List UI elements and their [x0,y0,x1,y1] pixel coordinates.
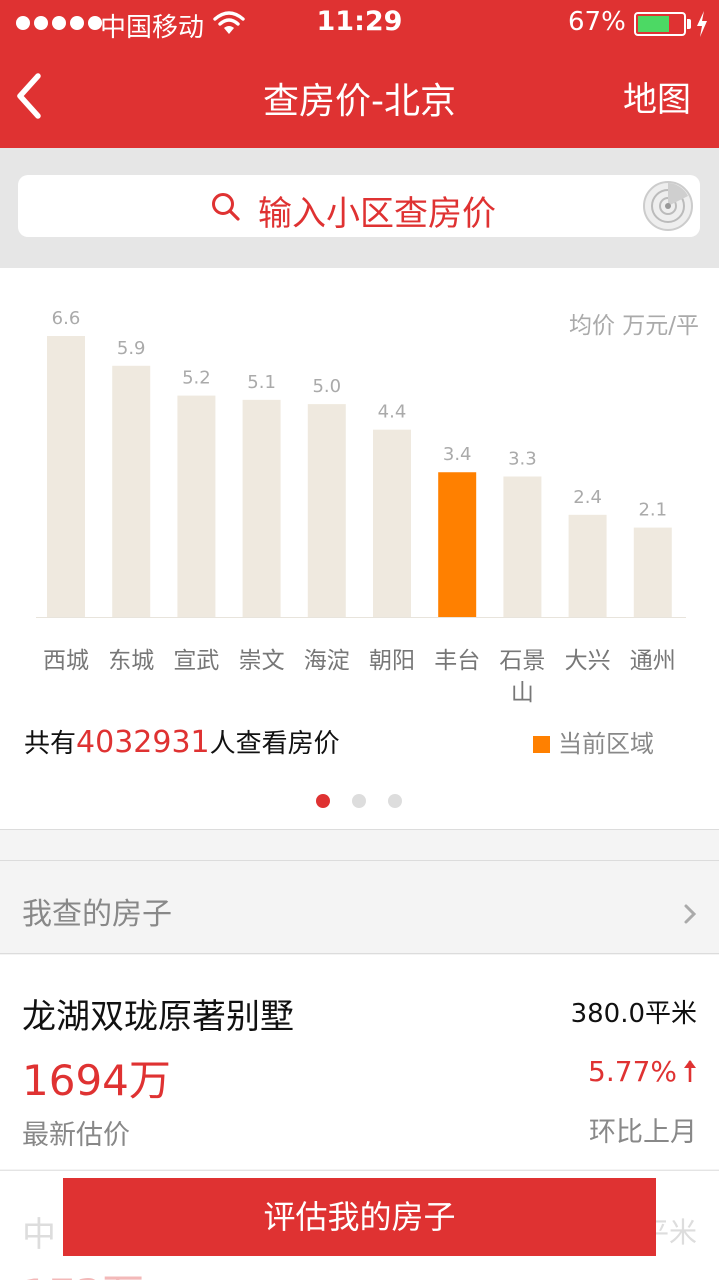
house-name: 龙湖双珑原著别墅 [22,997,294,1037]
page-dot[interactable] [352,794,366,808]
viewers-number: 4032931 [76,725,210,760]
bar-8[interactable] [568,514,607,617]
page-title: 查房价-北京 [263,81,456,122]
legend-swatch [533,736,550,753]
bar-value-label: 4.4 [378,402,407,423]
bar-value-label: 3.4 [443,444,472,465]
change-caption: 环比上月 [589,1117,697,1148]
page-indicator[interactable] [316,794,402,808]
category-label: 石景 [499,648,545,674]
bar-value-label: 6.6 [52,308,81,329]
search-icon [212,193,240,221]
bar-value-label: 5.2 [182,368,211,389]
bar-value-label: 5.0 [312,376,341,397]
search-input[interactable]: 输入小区查房价 [18,175,700,237]
category-label: 通州 [630,648,676,674]
category-label: 崇文 [239,648,285,674]
bar-value-label: 5.1 [247,372,276,393]
house-price: 1694万 [22,1056,171,1105]
bar-1[interactable] [112,365,151,617]
my-houses-row[interactable]: 我查的房子 [0,860,719,954]
category-label: 朝阳 [369,648,415,674]
category-label: 大兴 [565,648,611,674]
price-change-value: 5.77% [588,1055,677,1088]
viewers-count: 共有4032931人查看房价 [24,723,340,760]
evaluate-house-button[interactable]: 评估我的房子 [63,1178,656,1256]
category-label: 东城 [108,648,154,674]
search-placeholder: 输入小区查房价 [258,194,496,234]
category-label: 山 [511,680,534,706]
bar-7[interactable] [503,476,542,618]
bar-2[interactable] [177,395,216,617]
price-caption: 最新估价 [22,1120,130,1151]
price-chart-panel: 均价 万元/平 6.6 西城 5.9 东城 5.2 宣武 5.1 崇文 5.0 海淀 4.4 朝阳 3.… [0,268,719,830]
bar-9[interactable] [633,527,672,617]
bar-3[interactable] [242,399,281,617]
search-area: 输入小区查房价 [0,148,719,268]
bar-5[interactable] [373,429,411,617]
category-label: 宣武 [173,648,219,674]
house-price-second: 173万 [22,1261,144,1280]
chart-legend: 当前区域 [533,724,654,759]
status-bar: 中国移动 11:29 67% [0,0,719,48]
bar-value-label: 2.4 [573,487,602,508]
price-change: 5.77% [588,1055,697,1088]
battery-icon [634,12,686,36]
top-bar: 中国移动 11:29 67% 查房价-北京 地图 [0,0,719,148]
house-name-second: 中 [22,1215,56,1255]
category-label: 海淀 [304,648,350,674]
bar-6[interactable] [438,472,477,617]
viewers-prefix: 共有 [24,729,77,759]
charging-icon [697,11,707,37]
page-dot[interactable] [316,794,330,808]
arrow-up-icon [684,1060,696,1082]
category-label: 西城 [43,648,89,674]
page-dot[interactable] [388,794,402,808]
my-houses-title: 我查的房子 [22,897,172,932]
map-button[interactable]: 地图 [623,72,691,121]
house-area: 380.0平米 [570,999,697,1029]
price-bar-chart: 6.6 西城 5.9 东城 5.2 宣武 5.1 崇文 5.0 海淀 4.4 朝阳 3.4 丰台 3.3 石景… [36,308,686,706]
battery-cap [687,19,691,29]
bar-value-label: 3.3 [508,449,537,470]
viewers-suffix: 人查看房价 [209,729,340,759]
category-label: 丰台 [434,648,480,674]
bar-value-label: 2.1 [638,500,667,521]
house-card[interactable]: 龙湖双珑原著别墅 380.0平米 1694万 5.77% 最新估价 环比上月 [0,955,719,1169]
chevron-right-icon [684,904,697,924]
bar-0[interactable] [47,336,85,617]
bar-value-label: 5.9 [117,338,146,359]
legend-label: 当前区域 [558,730,654,758]
radar-icon[interactable] [642,180,694,232]
bar-4[interactable] [307,404,346,617]
battery-percent: 67% [568,7,626,37]
